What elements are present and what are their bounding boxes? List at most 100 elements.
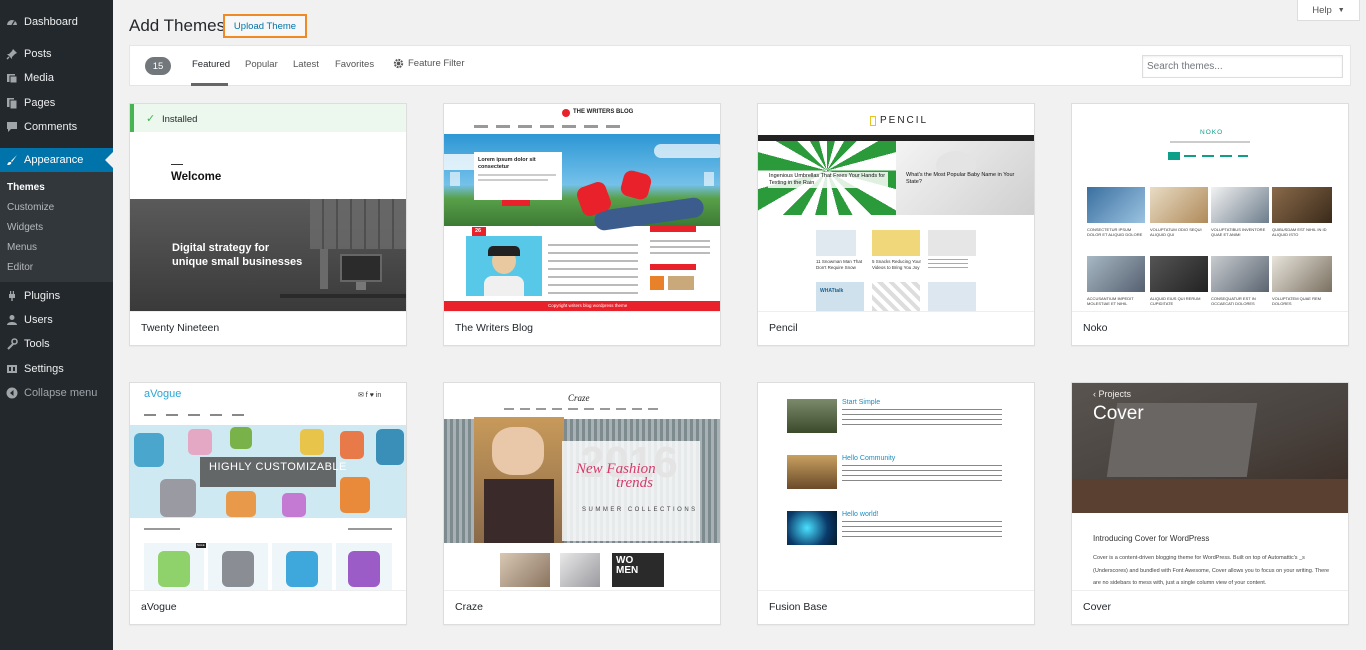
card-caption: 11 Snowman Man That Don't Require Snow: [816, 259, 863, 270]
upload-theme-button[interactable]: Upload Theme: [223, 14, 307, 38]
sidebar-item-label: Dashboard: [24, 16, 78, 28]
sidebar-item-tools[interactable]: Tools: [0, 332, 113, 356]
theme-card-noko[interactable]: NOKO CONSECTETUR IPSUM DOLOR ET ALIQUID …: [1071, 103, 1349, 346]
banner-text: HIGHLY CUSTOMIZABLE: [209, 461, 347, 473]
check-icon: ✓: [146, 113, 156, 125]
theme-name: Twenty Nineteen: [130, 311, 406, 345]
theme-card-cover[interactable]: ‹ Projects Cover Introducing Cover for W…: [1071, 382, 1349, 625]
preview-logo-text: WHATtalk: [820, 288, 844, 294]
slide-title: Lorem ipsum dolor sit consectetur: [478, 157, 536, 170]
submenu-menus[interactable]: Menus: [7, 242, 37, 253]
post-caption: QUIBUSDAM EST NIHIL IN ID ALIQUID ISTO: [1272, 227, 1327, 237]
post-caption: ACCUSANTIUM IMPEDIT MOLESTIAE ET NIHIL: [1087, 296, 1134, 306]
preview-brand: THE WRITERS BLOG: [573, 109, 634, 115]
sidebar-item-label: Media: [24, 72, 54, 84]
post-image: [466, 236, 542, 296]
theme-card-twenty-nineteen[interactable]: ✓ Installed Welcome Digital strategy for…: [129, 103, 407, 346]
theme-screenshot: aVogue ✉ f ♥ in HIGHLY CUSTOMIZABLE SALE: [130, 383, 406, 590]
post-caption: VOLUPTATEM QUAE REM DOLORES: [1272, 296, 1321, 306]
help-label: Help: [1312, 4, 1332, 16]
plugin-icon: [6, 290, 18, 302]
sidebar-item-label: Users: [24, 314, 53, 326]
comments-icon: [6, 121, 18, 133]
post-title: Hello world!: [842, 511, 879, 518]
theme-screenshot: THE WRITERS BLOG Lorem ipsum dolor sit c…: [444, 104, 720, 311]
preview-brand: Craze: [568, 393, 590, 403]
theme-name: The Writers Blog: [444, 311, 720, 345]
sidebar-item-appearance[interactable]: Appearance: [0, 148, 113, 172]
hero-headline: Digital strategy for: [172, 242, 270, 254]
feature-filter-button[interactable]: Feature Filter: [393, 58, 465, 69]
sidebar-item-label: Pages: [24, 97, 56, 109]
theme-card-craze[interactable]: Craze 2016 New Fashion trends SUMMER COL…: [443, 382, 721, 625]
sidebar-item-dashboard[interactable]: Dashboard: [0, 10, 113, 34]
theme-card-pencil[interactable]: PENCIL Ingenious Umbrellas That Frees Yo…: [757, 103, 1035, 346]
sidebar-item-posts[interactable]: Posts: [0, 42, 113, 66]
theme-screenshot: Start Simple Hello Community Hello world…: [758, 383, 1034, 590]
feature-filter-label: Feature Filter: [408, 58, 465, 69]
theme-card-fusion-base[interactable]: Start Simple Hello Community Hello world…: [757, 382, 1035, 625]
post-title: Hello Community: [842, 455, 896, 462]
page-title: Add Themes: [129, 16, 226, 35]
submenu-themes[interactable]: Themes: [7, 182, 45, 193]
theme-card-the-writers-blog[interactable]: THE WRITERS BLOG Lorem ipsum dolor sit c…: [443, 103, 721, 346]
active-tab-indicator: [191, 83, 228, 86]
help-button[interactable]: Help ▼: [1297, 0, 1360, 21]
appearance-submenu: Themes Customize Widgets Menus Editor: [0, 172, 113, 282]
theme-filter-bar: 15 Featured Popular Latest Favorites Fea…: [129, 45, 1351, 86]
post-caption: CONSEQUATUR EST IN OCCAECATI DOLORES: [1211, 296, 1256, 306]
sidebar-item-label: Posts: [24, 48, 52, 60]
admin-sidebar: Dashboard Posts Media Pages Comments App…: [0, 0, 113, 650]
installed-notice: ✓ Installed: [130, 104, 406, 132]
collapse-label: Collapse menu: [24, 387, 98, 399]
back-link: ‹ Projects: [1093, 389, 1132, 399]
theme-screenshot: NOKO CONSECTETUR IPSUM DOLOR ET ALIQUID …: [1072, 104, 1348, 311]
intro-body: (Underscores) and bundled with Font Awes…: [1093, 568, 1330, 574]
theme-name: Fusion Base: [758, 590, 1034, 624]
card-caption: 5 Snacks Reducing Your Videos to Bring Y…: [872, 259, 922, 270]
post-caption: CONSECTETUR IPSUM DOLOR ET ALIQUID DOLOR…: [1087, 227, 1143, 237]
post-caption: VOLUPTATUM ODIO SEQUI ALIQUID QUI: [1150, 227, 1202, 237]
media-icon: [6, 72, 18, 84]
theme-name: aVogue: [130, 590, 406, 624]
submenu-editor[interactable]: Editor: [7, 262, 33, 273]
hero-headline: unique small businesses: [172, 256, 303, 268]
caption-1: Ingenious Umbrellas That Frees Your Hand…: [768, 172, 888, 188]
sidebar-item-pages[interactable]: Pages: [0, 91, 113, 115]
sidebar-item-plugins[interactable]: Plugins: [0, 284, 113, 308]
sidebar-item-label: Settings: [24, 363, 64, 375]
sidebar-item-label: Comments: [24, 121, 78, 133]
caret-down-icon: ▼: [1337, 6, 1345, 14]
tab-popular[interactable]: Popular: [245, 59, 278, 70]
tab-featured[interactable]: Featured: [192, 59, 230, 70]
intro-heading: Introducing Cover for WordPress: [1093, 534, 1210, 543]
sidebar-item-settings[interactable]: Settings: [0, 357, 113, 381]
caption-2: What's the Most Popular Baby Name in You…: [906, 172, 1015, 185]
preview-brand: PENCIL: [880, 115, 929, 126]
tab-favorites[interactable]: Favorites: [335, 59, 374, 70]
sidebar-item-users[interactable]: Users: [0, 308, 113, 332]
social-icons: ✉ f ♥ in: [358, 392, 382, 399]
women-text: MEN: [616, 565, 639, 576]
sidebar-item-media[interactable]: Media: [0, 66, 113, 90]
sidebar-item-comments[interactable]: Comments: [0, 115, 113, 139]
collapse-menu-button[interactable]: Collapse menu: [0, 381, 113, 405]
gear-icon: [393, 58, 404, 69]
submenu-widgets[interactable]: Widgets: [7, 222, 43, 233]
hero-sub: SUMMER COLLECTIONS: [582, 507, 698, 513]
hero-title: Cover: [1093, 403, 1144, 424]
sale-badge: SALE: [197, 543, 205, 547]
post-caption: ALIQUID EIUS QUI RERUM CUPIDITATE: [1150, 296, 1201, 306]
hero-image: [130, 199, 406, 311]
search-themes-input[interactable]: [1142, 55, 1343, 78]
collapse-icon: [6, 387, 18, 399]
sidebar-item-label: Appearance: [24, 154, 84, 166]
tab-latest[interactable]: Latest: [293, 59, 319, 70]
submenu-customize[interactable]: Customize: [7, 202, 54, 213]
sidebar-item-label: Tools: [24, 338, 50, 350]
sidebar-item-label: Plugins: [24, 290, 61, 302]
intro-body: are no sidebars to mess with, just a sin…: [1093, 580, 1267, 586]
dashboard-icon: [6, 16, 18, 28]
theme-card-avogue[interactable]: aVogue ✉ f ♥ in HIGHLY CUSTOMIZABLE SALE…: [129, 382, 407, 625]
theme-name: Noko: [1072, 311, 1348, 345]
